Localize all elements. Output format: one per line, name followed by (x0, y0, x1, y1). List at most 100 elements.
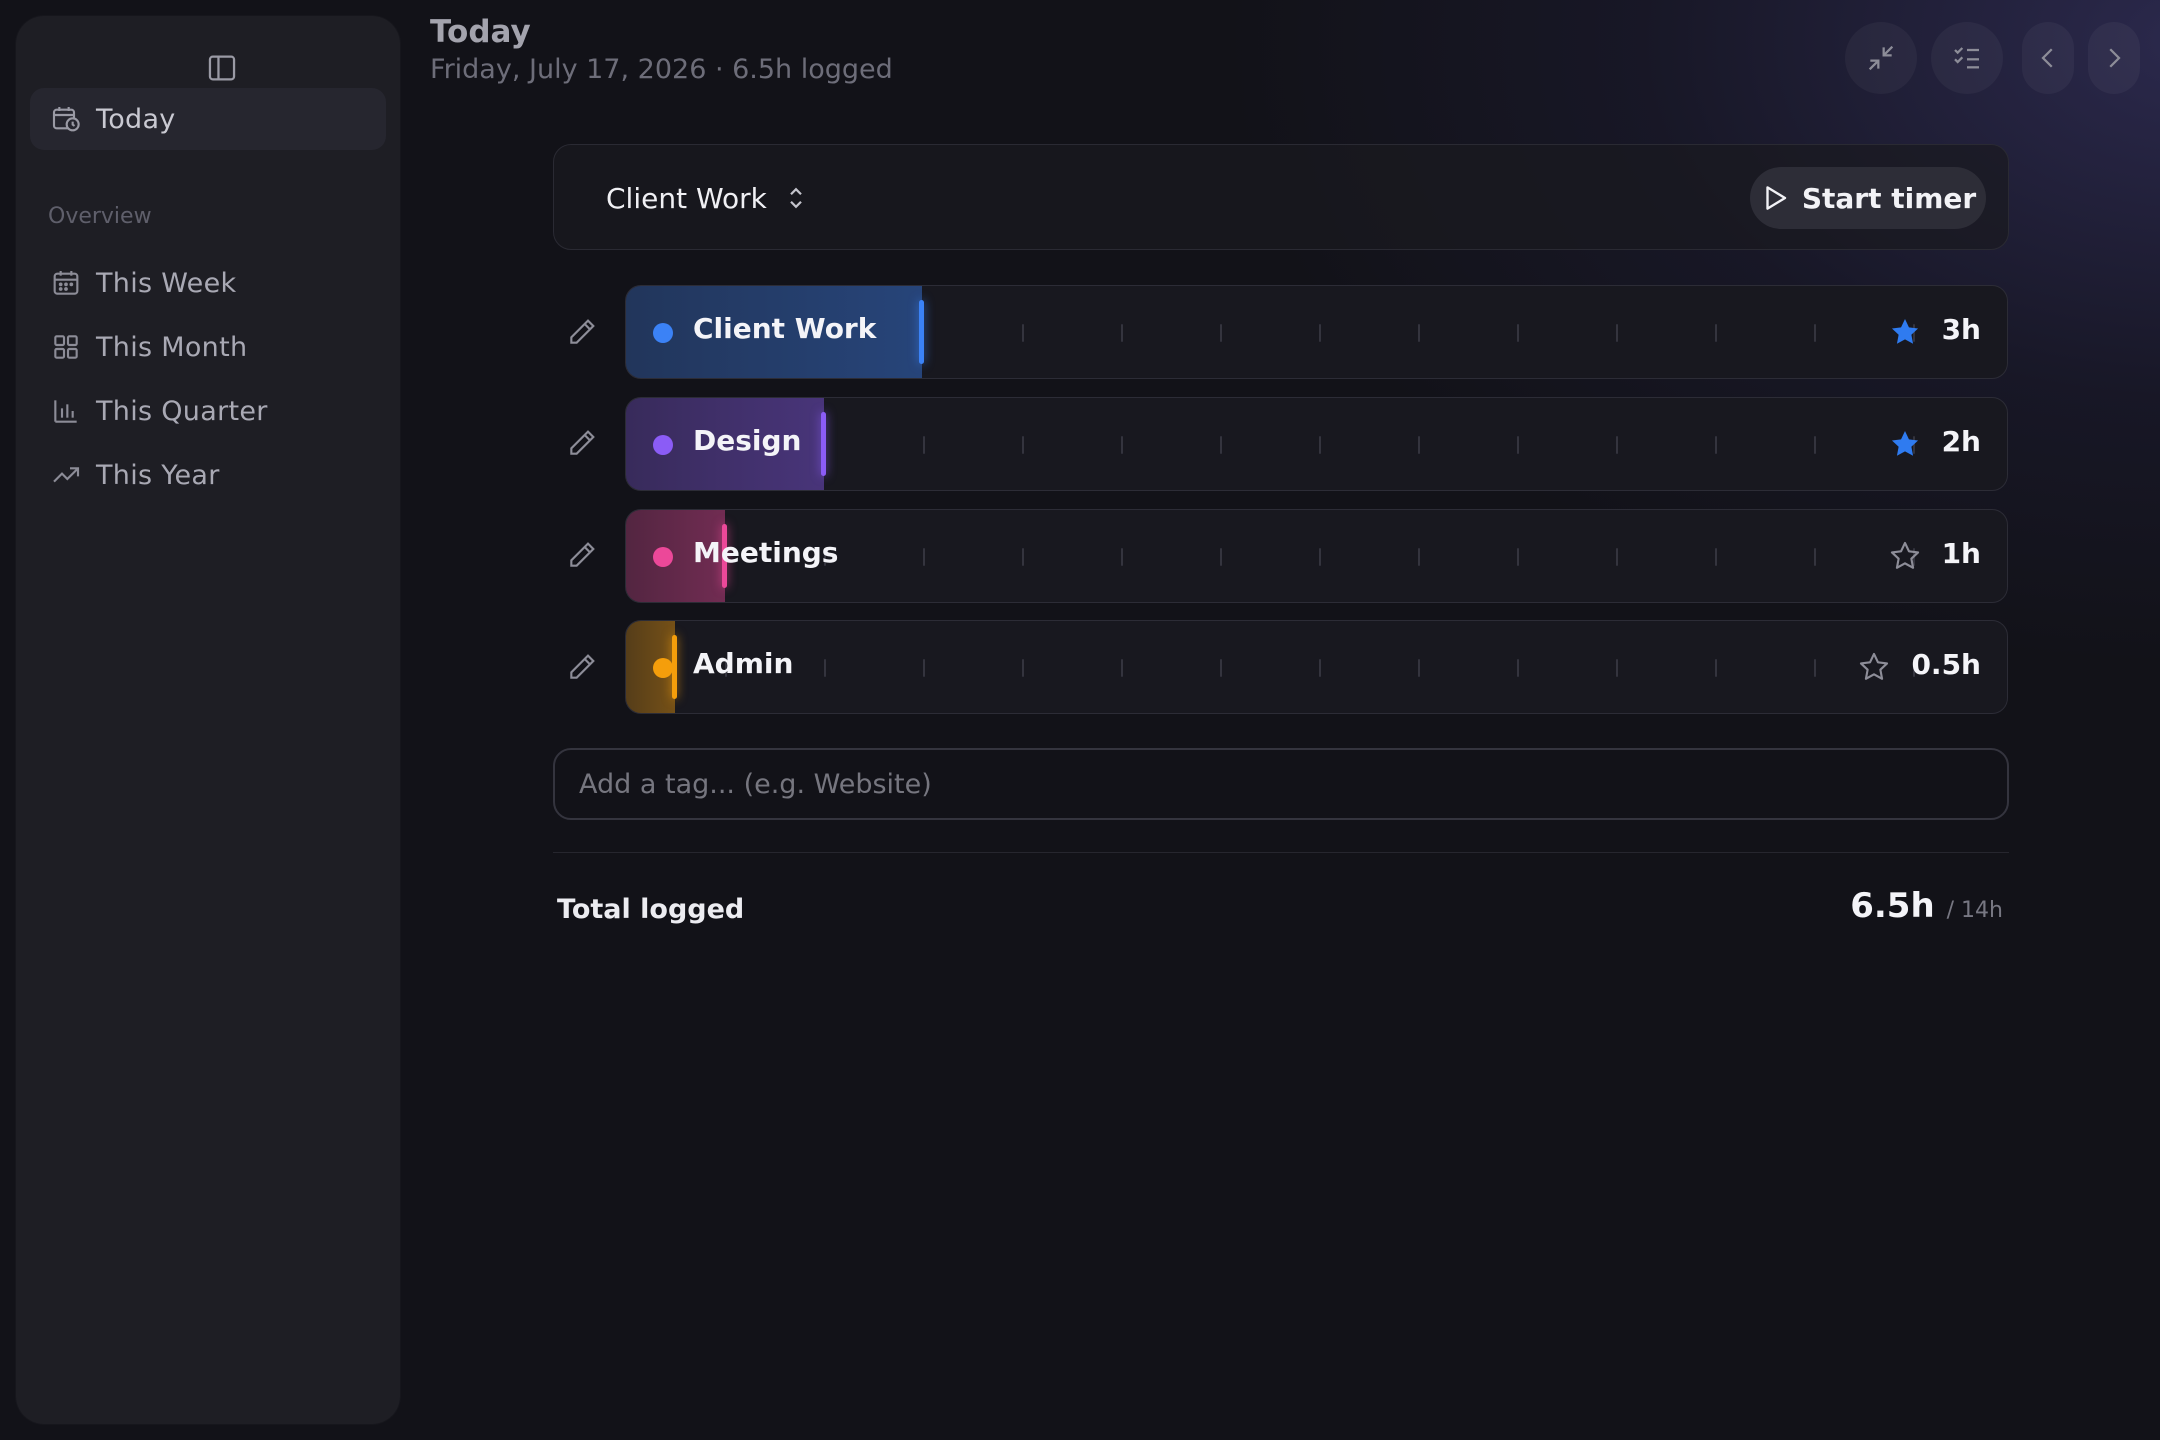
pencil-icon (570, 542, 595, 567)
color-dot (653, 658, 673, 678)
bar-tick (1418, 548, 1420, 566)
bar-tick (1319, 436, 1321, 454)
sidebar-item-this-year[interactable]: This Year (30, 444, 386, 506)
edit-entry-button[interactable] (562, 423, 602, 463)
project-select[interactable]: Client Work (606, 175, 809, 221)
bar-tick (923, 548, 925, 566)
bar-tick (1220, 436, 1222, 454)
calendar-icon (48, 265, 84, 301)
edit-entry-button[interactable] (562, 647, 602, 687)
grid-icon (48, 329, 84, 365)
entry-hours: 3h (1941, 313, 1981, 346)
entry-bar-admin[interactable]: Admin 0.5h (625, 620, 2008, 714)
bar-tick (1616, 324, 1618, 342)
checklist-icon (1954, 47, 1979, 69)
star-filled-icon[interactable] (1886, 313, 1924, 351)
star-outline-icon[interactable] (1886, 537, 1924, 575)
bar-tick (1715, 659, 1717, 677)
edit-entry-button[interactable] (562, 535, 602, 575)
bar-tick (1715, 324, 1717, 342)
bar-tick (1319, 548, 1321, 566)
entry-bar-design[interactable]: Design 2h (625, 397, 2008, 491)
total-hours: 6.5h (1850, 886, 1935, 926)
entry-bar-client-work[interactable]: Client Work 3h (625, 285, 2008, 379)
color-dot (653, 547, 673, 567)
entry-hours: 2h (1941, 425, 1981, 458)
section-label-overview: Overview (48, 204, 152, 229)
bar-tick (1022, 659, 1024, 677)
bar-tick (1814, 659, 1816, 677)
chevron-up-down-icon (783, 181, 809, 215)
bar-tick (1121, 659, 1123, 677)
color-dot (653, 323, 673, 343)
bar-tick (1814, 324, 1816, 342)
bar-tick (1517, 659, 1519, 677)
minimize-button[interactable] (1845, 22, 1917, 94)
project-select-label: Client Work (606, 181, 767, 215)
entry-hours: 0.5h (1911, 648, 1981, 681)
sidebar-item-this-month[interactable]: This Month (30, 316, 386, 378)
bar-tick (1418, 659, 1420, 677)
chevron-left-icon (2041, 48, 2053, 68)
sidebar: Today Overview This Week This Month This… (16, 16, 400, 1424)
minimize-icon (1868, 45, 1894, 71)
start-timer-button[interactable]: Start timer (1750, 167, 1986, 229)
sidebar-item-this-week[interactable]: This Week (30, 252, 386, 314)
bar-tick (1121, 324, 1123, 342)
bar-tick (1220, 548, 1222, 566)
calendar-clock-icon (48, 101, 84, 137)
entry-name: Meetings (693, 536, 839, 569)
chevron-right-icon (2109, 48, 2121, 68)
edit-entry-button[interactable] (562, 312, 602, 352)
bar-tick (1220, 659, 1222, 677)
previous-day-button[interactable] (2022, 22, 2074, 94)
bar-tick (1319, 659, 1321, 677)
bar-tick (923, 436, 925, 454)
total-capacity: / 14h (1946, 898, 2003, 923)
pencil-icon (570, 430, 595, 455)
entry-name: Client Work (693, 312, 877, 345)
sidebar-item-label: This Month (96, 331, 248, 363)
entry-hours: 1h (1941, 537, 1981, 570)
add-tag-input[interactable] (553, 748, 2009, 820)
bar-tick (1022, 436, 1024, 454)
bar-tick (1715, 548, 1717, 566)
sidebar-item-label: This Week (96, 267, 237, 299)
total-logged-value: 6.5h / 14h (1850, 886, 2003, 926)
bar-tick (1418, 436, 1420, 454)
page-subtitle: Friday, July 17, 2026 · 6.5h logged (430, 54, 893, 85)
sidebar-item-label: Today (96, 103, 176, 135)
bar-tick (1220, 324, 1222, 342)
color-dot (653, 435, 673, 455)
entry-name: Design (693, 424, 802, 457)
star-outline-icon[interactable] (1855, 648, 1893, 686)
sidebar-item-label: This Year (96, 459, 220, 491)
bar-tick (1121, 436, 1123, 454)
next-day-button[interactable] (2088, 22, 2140, 94)
bar-tick (824, 659, 826, 677)
sidebar-item-this-quarter[interactable]: This Quarter (30, 380, 386, 442)
checklist-button[interactable] (1931, 22, 2003, 94)
star-filled-icon[interactable] (1886, 425, 1924, 463)
bar-tick (1517, 548, 1519, 566)
bar-tick (1319, 324, 1321, 342)
bar-tick (923, 659, 925, 677)
bar-tick (1517, 324, 1519, 342)
trending-up-icon (48, 457, 84, 493)
bar-tick (1517, 436, 1519, 454)
sidebar-item-label: This Quarter (96, 395, 268, 427)
total-logged-label: Total logged (557, 894, 745, 925)
bar-drag-handle[interactable] (821, 412, 826, 476)
bar-drag-handle[interactable] (919, 300, 924, 364)
bar-tick (1814, 548, 1816, 566)
sidebar-item-today[interactable]: Today (30, 88, 386, 150)
bar-tick (1814, 436, 1816, 454)
bar-tick (1715, 436, 1717, 454)
divider (553, 852, 2009, 853)
entry-bar-meetings[interactable]: Meetings 1h (625, 509, 2008, 603)
sidebar-toggle-button[interactable] (196, 44, 248, 92)
start-timer-label: Start timer (1801, 181, 1977, 215)
bar-tick (1022, 548, 1024, 566)
bar-tick (1616, 436, 1618, 454)
bar-tick (1616, 659, 1618, 677)
